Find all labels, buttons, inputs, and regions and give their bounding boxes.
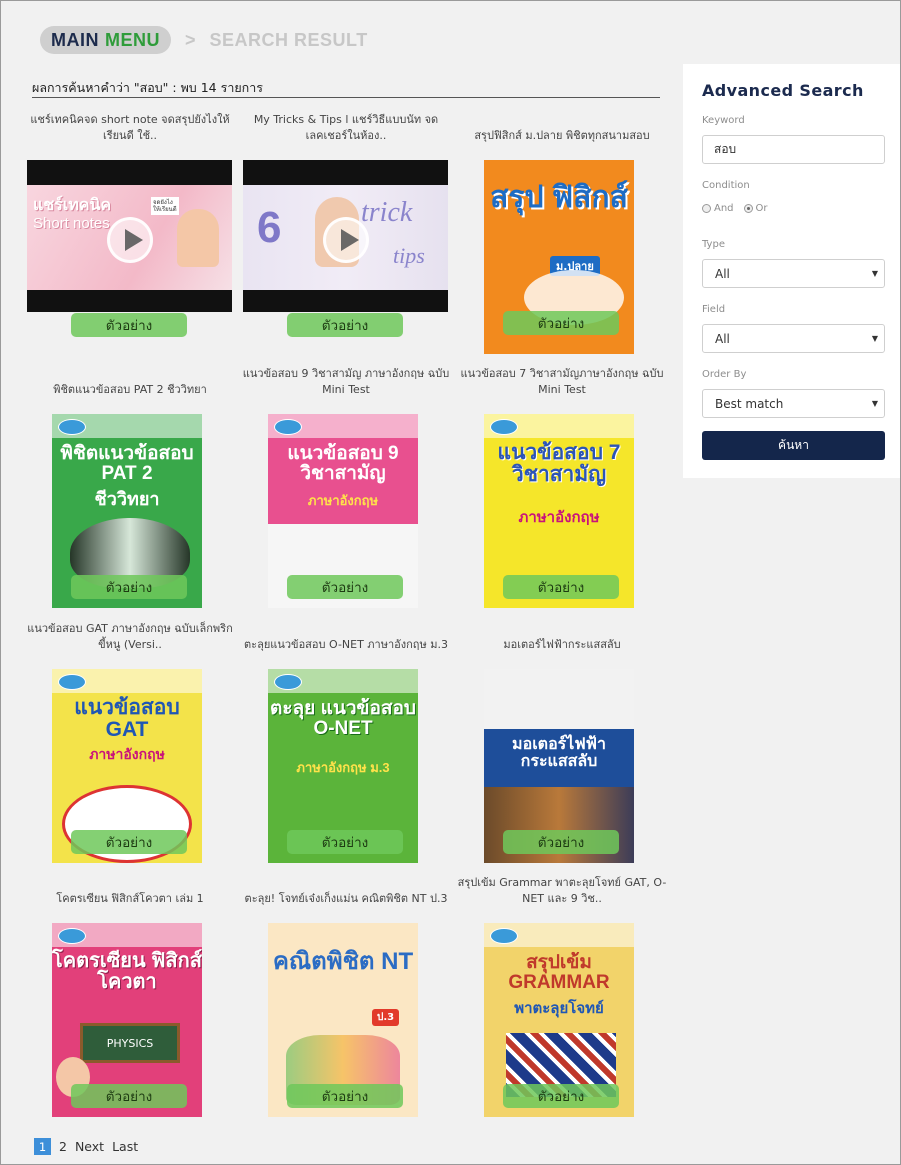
search-button[interactable]: ค้นหา [702, 431, 885, 460]
cover-title: แนวข้อสอบ 7 วิชาสามัญ [497, 441, 621, 487]
type-select[interactable]: All ▼ [702, 259, 885, 288]
thumb-text: 6 [257, 203, 282, 252]
preview-button[interactable]: ตัวอย่าง [71, 830, 187, 854]
page-1-current[interactable]: 1 [34, 1138, 51, 1155]
type-select-value: All [715, 266, 730, 281]
page-2-link[interactable]: 2 [59, 1139, 67, 1154]
main-menu-word-1: MAIN [51, 29, 99, 50]
field-select[interactable]: All ▼ [702, 324, 885, 353]
breadcrumb-current: SEARCH RESULT [209, 29, 368, 50]
preview-button[interactable]: ตัวอย่าง [71, 313, 187, 337]
chevron-down-icon: ▼ [871, 399, 878, 408]
or-radio-label: Or [755, 203, 768, 214]
thumb-tag: tips [393, 243, 425, 268]
keyword-input[interactable]: สอบ [702, 135, 885, 164]
cover-title: คณิตพิชิต NT [272, 948, 414, 975]
cover-subtitle: ป.3 [372, 1009, 400, 1026]
order-by-label: Order By [702, 369, 747, 380]
cover-subtitle: ภาษาอังกฤษ [89, 746, 165, 762]
main-menu-word-2: MENU [105, 29, 160, 50]
main-menu-link[interactable]: MAIN MENU [40, 26, 171, 54]
radio-unchecked-icon[interactable] [702, 204, 711, 213]
cover-title: แนวข้อสอบ GAT [74, 696, 180, 742]
preview-button[interactable]: ตัวอย่าง [503, 311, 619, 335]
or-radio[interactable]: Or [743, 203, 768, 214]
chevron-down-icon: ▼ [871, 334, 878, 343]
breadcrumb: MAIN MENU > SEARCH RESULT [40, 26, 368, 54]
result-title[interactable]: แชร์เทคนิคจด short note จดสรุปยังไงให้เร… [22, 108, 238, 144]
result-title[interactable]: ตะลุยแนวข้อสอบ O-NET ภาษาอังกฤษ ม.3 [238, 617, 454, 653]
thumb-text: Short notes [33, 215, 110, 232]
publisher-badge-icon [490, 419, 518, 435]
chevron-down-icon: ▼ [871, 269, 878, 278]
field-label: Field [702, 304, 726, 315]
video-thumbnail[interactable]: แชร์เทคนิค Short notes จดยังไง ให้เรียนด… [27, 160, 232, 312]
cover-title: สรุป ฟิสิกส์ [490, 181, 628, 214]
condition-radio-group: And Or [702, 203, 768, 214]
pagination: 1 2 Next Last [34, 1138, 138, 1155]
advanced-search-panel: Advanced Search Keyword สอบ Condition An… [683, 64, 901, 478]
result-title[interactable]: ตะลุย! โจทย์เจ๋งเก็งแม่น คณิตพิชิต NT ป.… [238, 871, 454, 907]
cover-title: ตะลุย แนวข้อสอบ O-NET [270, 698, 416, 739]
radio-checked-icon[interactable] [743, 204, 753, 213]
person-figure [177, 209, 219, 267]
publisher-badge-icon [490, 928, 518, 944]
play-icon[interactable] [323, 217, 369, 263]
preview-button[interactable]: ตัวอย่าง [503, 830, 619, 854]
order-by-select-value: Best match [715, 396, 784, 411]
preview-button[interactable]: ตัวอย่าง [287, 1084, 403, 1108]
cover-title: พิชิตแนวข้อสอบ PAT 2 [60, 443, 194, 484]
preview-button[interactable]: ตัวอย่าง [287, 830, 403, 854]
cover-title: แนวข้อสอบ 9 วิชาสามัญ [287, 443, 399, 484]
result-title[interactable]: โคตรเซียน ฟิสิกส์โควตา เล่ม 1 [22, 871, 238, 907]
last-page-link[interactable]: Last [112, 1139, 138, 1154]
preview-button[interactable]: ตัวอย่าง [503, 1084, 619, 1108]
cover-subtitle: ภาษาอังกฤษ [518, 509, 600, 526]
chalkboard: PHYSICS [80, 1023, 180, 1063]
publisher-badge-icon [58, 674, 86, 690]
preview-button[interactable]: ตัวอย่าง [71, 1084, 187, 1108]
result-title[interactable]: แนวข้อสอบ 9 วิชาสามัญ ภาษาอังกฤษ ฉบับ Mi… [238, 362, 454, 398]
cover-subtitle: ภาษาอังกฤษ [307, 493, 379, 508]
cover-subtitle: ชีววิทยา [94, 489, 160, 509]
results-summary: ผลการค้นหาคำว่า "สอบ" : พบ 14 รายการ [32, 78, 660, 98]
preview-button[interactable]: ตัวอย่าง [71, 575, 187, 599]
result-title[interactable]: แนวข้อสอบ 7 วิชาสามัญภาษาอังกฤษ ฉบับ Min… [454, 362, 670, 398]
result-title[interactable]: สรุปฟิสิกส์ ม.ปลาย พิชิตทุกสนามสอบ [454, 108, 670, 144]
cover-subtitle: พาตะลุยโจทย์ [514, 1000, 604, 1017]
result-title[interactable]: มอเตอร์ไฟฟ้ากระแสสลับ [454, 617, 670, 653]
cover-subtitle: ภาษาอังกฤษ ม.3 [296, 760, 390, 775]
type-label: Type [702, 239, 725, 250]
result-title[interactable]: พิชิตแนวข้อสอบ PAT 2 ชีววิทยา [22, 362, 238, 398]
video-thumbnail[interactable]: 6 trick tips [243, 160, 448, 312]
publisher-badge-icon [274, 419, 302, 435]
preview-button[interactable]: ตัวอย่าง [287, 575, 403, 599]
order-by-select[interactable]: Best match ▼ [702, 389, 885, 418]
result-title[interactable]: สรุปเข้ม Grammar พาตะลุยโจทย์ GAT, O-NET… [454, 871, 670, 907]
advanced-search-title: Advanced Search [702, 81, 864, 100]
result-title[interactable]: แนวข้อสอบ GAT ภาษาอังกฤษ ฉบับเล็กพริกขี้… [22, 617, 238, 653]
keyword-label: Keyword [702, 115, 745, 126]
thumb-text: trick [361, 197, 413, 228]
publisher-badge-icon [274, 674, 302, 690]
and-radio[interactable]: And [702, 203, 734, 214]
publisher-badge-icon [58, 928, 86, 944]
cover-title: มอเตอร์ไฟฟ้า กระแสสลับ [512, 736, 606, 770]
play-icon[interactable] [107, 217, 153, 263]
cover-text-area [484, 669, 634, 729]
condition-label: Condition [702, 180, 750, 191]
next-page-link[interactable]: Next [75, 1139, 104, 1154]
and-radio-label: And [714, 203, 734, 214]
cover-title: โคตรเซียน ฟิสิกส์โควตา [52, 950, 202, 993]
result-title[interactable]: My Tricks & Tips l แชร์วิธีแบบนัท จดเลคเ… [238, 108, 454, 144]
breadcrumb-separator: > [185, 29, 196, 50]
publisher-badge-icon [58, 419, 86, 435]
thumb-tag: จดยังไง ให้เรียนดี [151, 197, 179, 215]
cover-title: สรุปเข้ม GRAMMAR [508, 952, 610, 993]
field-select-value: All [715, 331, 730, 346]
preview-button[interactable]: ตัวอย่าง [287, 313, 403, 337]
preview-button[interactable]: ตัวอย่าง [503, 575, 619, 599]
